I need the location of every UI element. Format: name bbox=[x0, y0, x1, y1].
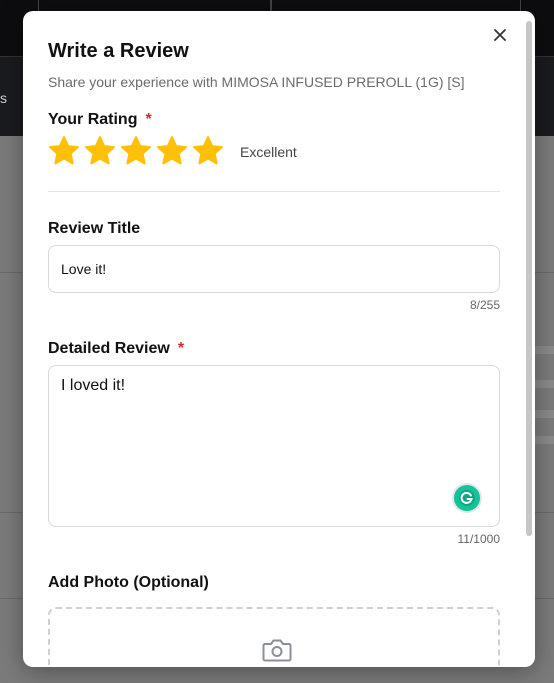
star-icon[interactable] bbox=[192, 135, 224, 167]
star-icon[interactable] bbox=[48, 135, 80, 167]
detailed-review-label-text: Detailed Review bbox=[48, 340, 170, 357]
star-icon[interactable] bbox=[84, 135, 116, 167]
review-title-label: Review Title bbox=[48, 220, 141, 237]
modal-scrollbar[interactable] bbox=[526, 21, 532, 536]
required-mark: * bbox=[177, 340, 185, 357]
camera-icon bbox=[262, 637, 292, 663]
star-rating[interactable] bbox=[48, 135, 224, 167]
section-divider bbox=[48, 191, 500, 192]
background-bar bbox=[532, 436, 554, 444]
grammarly-icon[interactable] bbox=[452, 483, 482, 513]
detailed-review-counter: 11/1000 bbox=[457, 532, 501, 546]
close-icon[interactable] bbox=[491, 27, 509, 45]
photo-upload-dropzone[interactable] bbox=[48, 607, 500, 667]
rating-label: Your Rating * bbox=[48, 111, 152, 129]
review-title-input[interactable]: Love it! bbox=[48, 245, 500, 293]
required-mark: * bbox=[145, 111, 152, 128]
modal-title: Write a Review bbox=[48, 40, 189, 62]
detailed-review-label: Detailed Review * bbox=[48, 340, 184, 358]
review-title-counter: 8/255 bbox=[469, 298, 500, 312]
background-bar bbox=[532, 410, 554, 418]
background-bar bbox=[532, 346, 554, 354]
rating-text: Excellent bbox=[240, 144, 297, 160]
rating-label-text: Your Rating bbox=[48, 111, 138, 128]
detailed-review-textarea[interactable]: I loved it! bbox=[48, 365, 500, 527]
add-photo-label: Add Photo (Optional) bbox=[48, 574, 209, 591]
star-icon[interactable] bbox=[156, 135, 188, 167]
background-nav-text: s bbox=[0, 90, 7, 106]
review-modal: Write a Review Share your experience wit… bbox=[23, 11, 535, 667]
star-icon[interactable] bbox=[120, 135, 152, 167]
modal-subtitle: Share your experience with MIMOSA INFUSE… bbox=[48, 74, 465, 90]
background-bar bbox=[532, 380, 554, 388]
